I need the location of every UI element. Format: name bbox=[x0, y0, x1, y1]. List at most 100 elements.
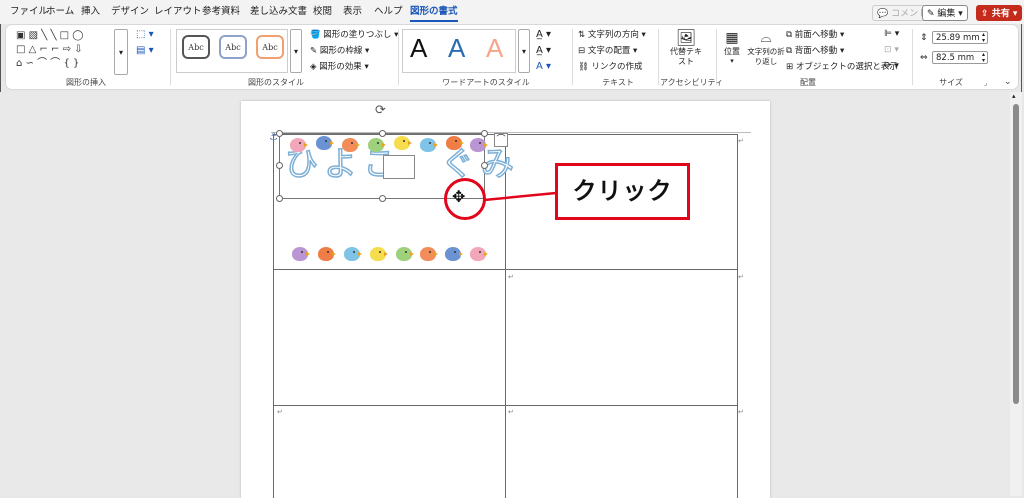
text-outline-button[interactable]: A̲ ▾ bbox=[536, 45, 551, 57]
share-button[interactable]: ⇪ 共有 ▾ bbox=[976, 5, 1023, 21]
menu-insert[interactable]: 挿入 bbox=[81, 0, 100, 24]
selection-pane-button[interactable]: ⊞ オブジェクトの選択と表示 bbox=[786, 61, 898, 73]
position-button[interactable]: ▦ 位置 ▾ bbox=[720, 29, 744, 73]
text-effects-button[interactable]: A ▾ bbox=[536, 61, 551, 73]
paragraph-mark: ↵ bbox=[277, 408, 283, 416]
wordart-style-2[interactable]: A bbox=[448, 33, 465, 64]
paragraph-mark: ↵ bbox=[738, 137, 744, 145]
menu-mailings[interactable]: 差し込み文書 bbox=[250, 0, 307, 24]
scrollbar-thumb[interactable] bbox=[1013, 104, 1019, 404]
wordart-expand[interactable]: ▾ bbox=[518, 29, 530, 73]
bird-blue bbox=[445, 247, 463, 261]
ribbon: ▣ ▧ ╲ ╲ □ ◯ □ △ ⌐ ⌐ ⇨ ⇩ ⌂ ∽ ⌒ ⌒ { } ▾ ⬚ … bbox=[6, 25, 1018, 89]
create-link-label: リンクの作成 bbox=[591, 62, 643, 72]
menu-view[interactable]: 表示 bbox=[343, 0, 362, 24]
shape-style-2[interactable]: Abc bbox=[219, 35, 247, 59]
shape-style-expand[interactable]: ▾ bbox=[290, 29, 302, 73]
menu-bar: ファイル ホーム 挿入 デザイン レイアウト 参考資料 差し込み文書 校閲 表示… bbox=[0, 0, 1024, 24]
shape-row-3: ⌂ ∽ ⌒ ⌒ { } bbox=[16, 58, 80, 69]
spinner-icon[interactable]: ▴ ▾ bbox=[982, 52, 985, 64]
rotate-handle-icon[interactable]: ⟳ bbox=[375, 104, 389, 118]
text-align-label: 文字の配置 bbox=[587, 46, 631, 56]
group-objects-icon[interactable]: ⊡ ▾ bbox=[884, 45, 899, 55]
group-label-shape-styles: 図形のスタイル bbox=[248, 78, 304, 87]
shape-gallery[interactable]: ▣ ▧ ╲ ╲ □ ◯ □ △ ⌐ ⌐ ⇨ ⇩ ⌂ ∽ ⌒ ⌒ { } bbox=[16, 29, 116, 75]
text-align-button[interactable]: ⊟ 文字の配置 ▾ bbox=[578, 45, 637, 57]
menu-references[interactable]: 参考資料 bbox=[202, 0, 240, 24]
paragraph-mark: ↵ bbox=[738, 273, 744, 281]
bird-yellow bbox=[370, 247, 388, 261]
bird-yellow bbox=[394, 136, 412, 150]
text-direction-icon: ⇅ bbox=[578, 30, 586, 40]
layout-options-icon[interactable]: ⌒ bbox=[494, 133, 508, 147]
chevron-down-icon: ▾ bbox=[730, 57, 734, 65]
shape-height-field[interactable]: 25.89 mm ▴ ▾ bbox=[932, 31, 988, 44]
scroll-up-icon[interactable]: ▴ bbox=[1012, 92, 1016, 100]
resize-handle[interactable] bbox=[276, 195, 283, 202]
wordart-style-3[interactable]: A bbox=[486, 33, 503, 64]
paragraph-mark: ↵ bbox=[508, 408, 514, 416]
text-direction-button[interactable]: ⇅ 文字列の方向 ▾ bbox=[578, 29, 646, 41]
shape-outline-button[interactable]: ✎ 図形の枠線 ▾ bbox=[310, 45, 369, 57]
send-backward-button[interactable]: ⧉ 背面へ移動 ▾ bbox=[786, 45, 844, 57]
align-objects-icon[interactable]: ⊫ ▾ bbox=[884, 29, 899, 39]
wrap-text-button[interactable]: ⌓ 文字列の折り返し bbox=[746, 29, 786, 73]
resize-handle[interactable] bbox=[276, 162, 283, 169]
wrap-text-label: 文字列の折り返し bbox=[747, 47, 785, 66]
menu-layout[interactable]: レイアウト bbox=[154, 0, 202, 24]
alt-text-label: 代替テキスト bbox=[670, 47, 702, 66]
shape-row-2: □ △ ⌐ ⌐ ⇨ ⇩ bbox=[16, 44, 83, 55]
edit-button[interactable]: ✎ 編集 ▾ bbox=[922, 5, 968, 21]
resize-handle[interactable] bbox=[276, 130, 283, 137]
group-separator bbox=[170, 29, 171, 85]
shape-style-3[interactable]: Abc bbox=[256, 35, 284, 59]
menu-help[interactable]: ヘルプ bbox=[374, 0, 403, 24]
width-icon: ⇔ bbox=[920, 53, 928, 63]
image-icon: 🖼 bbox=[675, 28, 697, 47]
bird-purple bbox=[470, 138, 488, 152]
wordart-style-1[interactable]: A bbox=[410, 33, 427, 64]
rotate-objects-icon[interactable]: ⟳ ▾ bbox=[884, 61, 899, 71]
create-link-button[interactable]: ⛓ リンクの作成 bbox=[578, 61, 643, 73]
group-separator bbox=[658, 29, 659, 85]
alt-text-button[interactable]: 🖼 代替テキスト bbox=[668, 29, 704, 73]
table-border bbox=[505, 134, 506, 498]
menu-home[interactable]: ホーム bbox=[46, 0, 74, 24]
bird-blue bbox=[316, 136, 334, 150]
dialog-launcher-icon[interactable]: ⌟ bbox=[984, 79, 987, 87]
resize-handle[interactable] bbox=[481, 130, 488, 137]
link-icon: ⛓ bbox=[578, 62, 589, 72]
group-label-arrange: 配置 bbox=[800, 78, 816, 87]
menu-file[interactable]: ファイル bbox=[10, 0, 48, 24]
spinner-icon[interactable]: ▴ ▾ bbox=[982, 32, 985, 44]
group-label-accessibility: アクセシビリティ bbox=[660, 78, 724, 87]
shape-height-value: 25.89 mm bbox=[936, 33, 980, 43]
shape-style-1[interactable]: Abc bbox=[182, 35, 210, 59]
bird-green bbox=[396, 247, 414, 261]
vertical-scrollbar[interactable]: ▴ bbox=[1010, 92, 1022, 496]
shape-fill-button[interactable]: 🪣 図形の塗りつぶし ▾ bbox=[310, 29, 398, 41]
shape-width-value: 82.5 mm bbox=[936, 53, 975, 63]
collapse-ribbon-icon[interactable]: ⌄ bbox=[1004, 77, 1012, 87]
menu-shape-format[interactable]: 図形の書式 bbox=[410, 0, 458, 24]
edit-shape-icon[interactable]: ⬚ ▾ bbox=[136, 29, 154, 40]
menu-design[interactable]: デザイン bbox=[111, 0, 149, 24]
shape-gallery-expand[interactable]: ▾ bbox=[114, 29, 128, 75]
paragraph-mark: ↵ bbox=[738, 408, 744, 416]
bird-lightblue bbox=[420, 138, 438, 152]
send-backward-label: 背面へ移動 bbox=[794, 46, 838, 56]
shape-effects-button[interactable]: ◈ 図形の効果 ▾ bbox=[310, 61, 369, 73]
group-separator bbox=[912, 29, 913, 85]
text-fill-button[interactable]: A̲ ▾ bbox=[536, 29, 551, 41]
callout-connector bbox=[484, 191, 556, 202]
resize-handle[interactable] bbox=[379, 195, 386, 202]
bring-forward-button[interactable]: ⧉ 前面へ移動 ▾ bbox=[786, 29, 844, 41]
shape-width-field[interactable]: 82.5 mm ▴ ▾ bbox=[932, 51, 988, 64]
resize-handle[interactable] bbox=[379, 130, 386, 137]
menu-review[interactable]: 校閲 bbox=[313, 0, 332, 24]
text-box-icon[interactable]: ▤ ▾ bbox=[136, 45, 154, 56]
click-callout: クリック bbox=[555, 163, 690, 220]
group-separator bbox=[716, 29, 717, 85]
resize-handle[interactable] bbox=[481, 162, 488, 169]
paragraph-mark: ↵ bbox=[508, 273, 514, 281]
